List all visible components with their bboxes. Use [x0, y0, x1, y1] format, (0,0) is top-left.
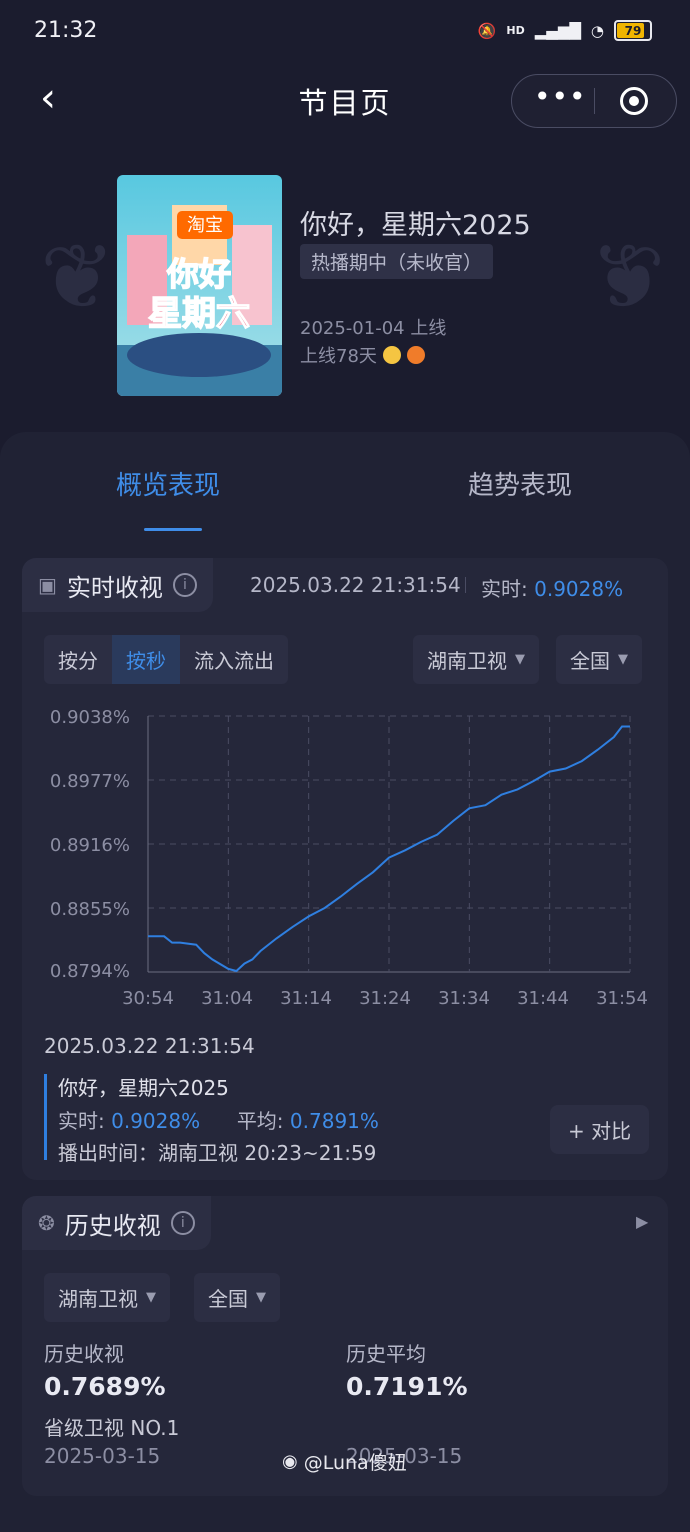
detail-show: 你好，星期六2025	[58, 1076, 229, 1100]
tab-overview[interactable]: 概览表现	[116, 465, 220, 502]
y-tick-label: 0.8916%	[49, 835, 130, 856]
mute-icon: 🔕	[477, 21, 497, 40]
x-tick-label: 31:54	[596, 988, 648, 1009]
show-poster: 淘宝 你好 星期六	[117, 175, 282, 396]
realtime-label: 实时:	[481, 577, 528, 601]
x-tick-label: 31:14	[280, 988, 332, 1009]
history-card-header: ❂ 历史收视 i	[22, 1196, 211, 1250]
poster-title-1: 你好	[166, 256, 231, 292]
platform-logo-icon	[382, 346, 401, 364]
caret-down-icon: ▼	[256, 1290, 266, 1305]
premiere-date: 2025-01-04 上线	[300, 318, 447, 339]
target-icon[interactable]	[620, 87, 648, 115]
more-dots-icon[interactable]: •••	[534, 83, 587, 111]
x-tick-label: 30:54	[122, 988, 174, 1009]
watermark: ◉ @Luna傻妞	[282, 1448, 407, 1475]
history-region-label: 全国	[208, 1287, 248, 1311]
detail-bar	[44, 1074, 47, 1160]
status-badge: 热播期中（未收官）	[300, 244, 494, 279]
show-title: 你好，星期六2025	[300, 210, 531, 241]
capsule-divider	[594, 88, 595, 114]
signal-icon: ▂▄▆█	[534, 21, 581, 40]
realtime-value: 0.9028%	[534, 577, 624, 601]
mode-by-second[interactable]: 按秒	[112, 635, 180, 684]
history-rank: 省级卫视 NO.1	[44, 1416, 180, 1440]
history-channel-dropdown[interactable]: 湖南卫视 ▼	[44, 1273, 170, 1322]
y-tick-label: 0.8977%	[49, 771, 130, 792]
realtime-card-header: ▣ 实时收视 i	[22, 558, 213, 612]
days-online: 上线78天	[300, 342, 425, 368]
laurel-left-icon: ❦	[40, 225, 116, 330]
channel-dropdown-label: 湖南卫视	[427, 649, 507, 673]
history-region-dropdown[interactable]: 全国 ▼	[194, 1273, 280, 1322]
battery-icon: 79	[614, 20, 652, 41]
history-avg-label: 历史平均	[346, 1342, 426, 1366]
mode-by-minute[interactable]: 按分	[44, 635, 112, 684]
days-online-text: 上线78天	[300, 346, 377, 367]
weibo-logo-icon: ◉	[282, 1451, 298, 1472]
tv-icon: ▣	[38, 573, 57, 597]
tab-trend[interactable]: 趋势表现	[468, 465, 572, 502]
mode-segmented-control: 按分 按秒 流入流出	[44, 635, 288, 684]
info-icon[interactable]: i	[170, 1211, 195, 1235]
detail-avg-value: 0.7891%	[289, 1109, 379, 1133]
channel-dropdown[interactable]: 湖南卫视 ▼	[413, 635, 539, 684]
y-tick-label: 0.9038%	[49, 707, 130, 728]
caret-down-icon: ▼	[146, 1290, 156, 1305]
x-tick-label: 31:34	[438, 988, 490, 1009]
poster-title-2: 星期六	[148, 295, 250, 333]
header-divider	[465, 577, 466, 593]
x-tick-label: 31:44	[517, 988, 569, 1009]
y-tick-label: 0.8855%	[49, 899, 130, 920]
compare-button[interactable]: + 对比	[550, 1105, 650, 1154]
film-reel-icon: ❂	[38, 1211, 55, 1235]
mgtv-logo-icon	[406, 346, 425, 364]
watermark-text: @Luna傻妞	[303, 1452, 407, 1474]
mini-program-capsule: •••	[511, 74, 677, 128]
detail-timestamp: 2025.03.22 21:31:54	[44, 1034, 255, 1058]
network-label: HD	[506, 24, 525, 37]
play-arrow-icon[interactable]: ▶	[636, 1212, 648, 1231]
info-icon[interactable]: i	[172, 573, 197, 597]
history-rating-date: 2025-03-15	[44, 1444, 161, 1468]
realtime-value-group: 实时: 0.9028%	[481, 573, 623, 602]
mode-flow[interactable]: 流入流出	[180, 635, 288, 684]
caret-down-icon: ▼	[618, 652, 628, 667]
y-tick-label: 0.8794%	[49, 961, 130, 982]
realtime-timestamp: 2025.03.22 21:31:54	[250, 573, 461, 597]
detail-airtime: 播出时间：湖南卫视 20:23~21:59	[58, 1141, 377, 1165]
history-channel-label: 湖南卫视	[58, 1287, 138, 1311]
status-time: 21:32	[34, 18, 98, 43]
tab-indicator	[144, 528, 202, 531]
x-tick-label: 31:24	[359, 988, 411, 1009]
detail-rt-value: 0.9028%	[111, 1109, 201, 1133]
history-avg-value: 0.7191%	[346, 1372, 468, 1401]
detail-rt-label: 实时:	[58, 1109, 105, 1133]
history-rating-value: 0.7689%	[44, 1372, 166, 1401]
realtime-title: 实时收视	[66, 573, 163, 602]
detail-values: 实时: 0.9028% 平均: 0.7891%	[58, 1105, 379, 1134]
poster-brand: 淘宝	[187, 215, 223, 235]
detail-avg-label: 平均:	[236, 1109, 284, 1133]
region-dropdown[interactable]: 全国 ▼	[556, 635, 642, 684]
history-title: 历史收视	[64, 1211, 161, 1240]
caret-down-icon: ▼	[515, 652, 525, 667]
realtime-line-chart	[147, 715, 631, 973]
history-rating-label: 历史收视	[44, 1342, 124, 1366]
region-dropdown-label: 全国	[570, 649, 610, 673]
x-tick-label: 31:04	[201, 988, 253, 1009]
laurel-right-icon: ❦	[590, 225, 666, 330]
wifi-icon: ◔	[590, 21, 604, 40]
status-icons: 🔕 HD ▂▄▆█ ◔ 79	[478, 20, 652, 41]
